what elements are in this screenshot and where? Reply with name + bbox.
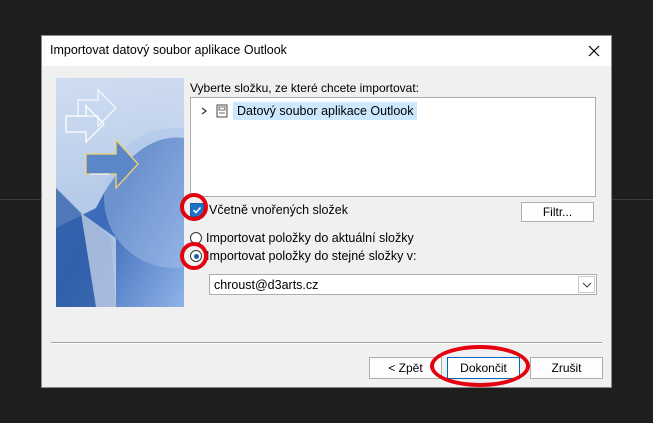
- wizard-side-image: [56, 78, 184, 307]
- include-subfolders-checkbox[interactable]: [190, 203, 204, 217]
- folder-tree[interactable]: Datový soubor aplikace Outlook: [190, 97, 596, 197]
- import-same-folder-option[interactable]: Importovat položky do stejné složky v:: [190, 247, 417, 265]
- tree-item-data-file[interactable]: Datový soubor aplikace Outlook: [197, 101, 418, 121]
- target-account-value: chroust@d3arts.cz: [214, 278, 319, 292]
- chevron-right-icon[interactable]: [197, 104, 211, 118]
- background-line-left: [0, 199, 41, 200]
- dropdown-button[interactable]: [578, 276, 595, 293]
- chevron-down-icon: [582, 282, 591, 288]
- button-separator: [51, 342, 602, 344]
- import-same-folder-label: Importovat položky do stejné složky v:: [206, 249, 417, 263]
- target-account-select[interactable]: chroust@d3arts.cz: [209, 274, 597, 295]
- title-bar: Importovat datový soubor aplikace Outloo…: [42, 36, 611, 66]
- tree-item-label: Datový soubor aplikace Outlook: [233, 102, 418, 120]
- folder-prompt-label: Vyberte složku, ze které chcete importov…: [190, 81, 419, 95]
- import-current-folder-radio[interactable]: [190, 232, 202, 244]
- cancel-button[interactable]: Zrušit: [530, 357, 603, 379]
- filter-button[interactable]: Filtr...: [521, 202, 594, 222]
- data-file-icon: [216, 104, 228, 118]
- back-button[interactable]: < Zpět: [369, 357, 442, 379]
- dialog-title: Importovat datový soubor aplikace Outloo…: [50, 43, 287, 57]
- close-icon: [588, 45, 600, 57]
- import-dialog: Importovat datový soubor aplikace Outloo…: [41, 35, 612, 388]
- include-subfolders-label: Včetně vnořených složek: [209, 203, 348, 217]
- import-current-folder-option[interactable]: Importovat položky do aktuální složky: [190, 229, 414, 247]
- include-subfolders-option[interactable]: Včetně vnořených složek: [190, 201, 348, 219]
- import-same-folder-radio[interactable]: [190, 250, 202, 262]
- background-line-right: [612, 199, 653, 200]
- close-button[interactable]: [581, 38, 607, 64]
- checkmark-icon: [192, 207, 202, 214]
- finish-button[interactable]: Dokončit: [447, 357, 520, 379]
- import-current-folder-label: Importovat položky do aktuální složky: [206, 231, 414, 245]
